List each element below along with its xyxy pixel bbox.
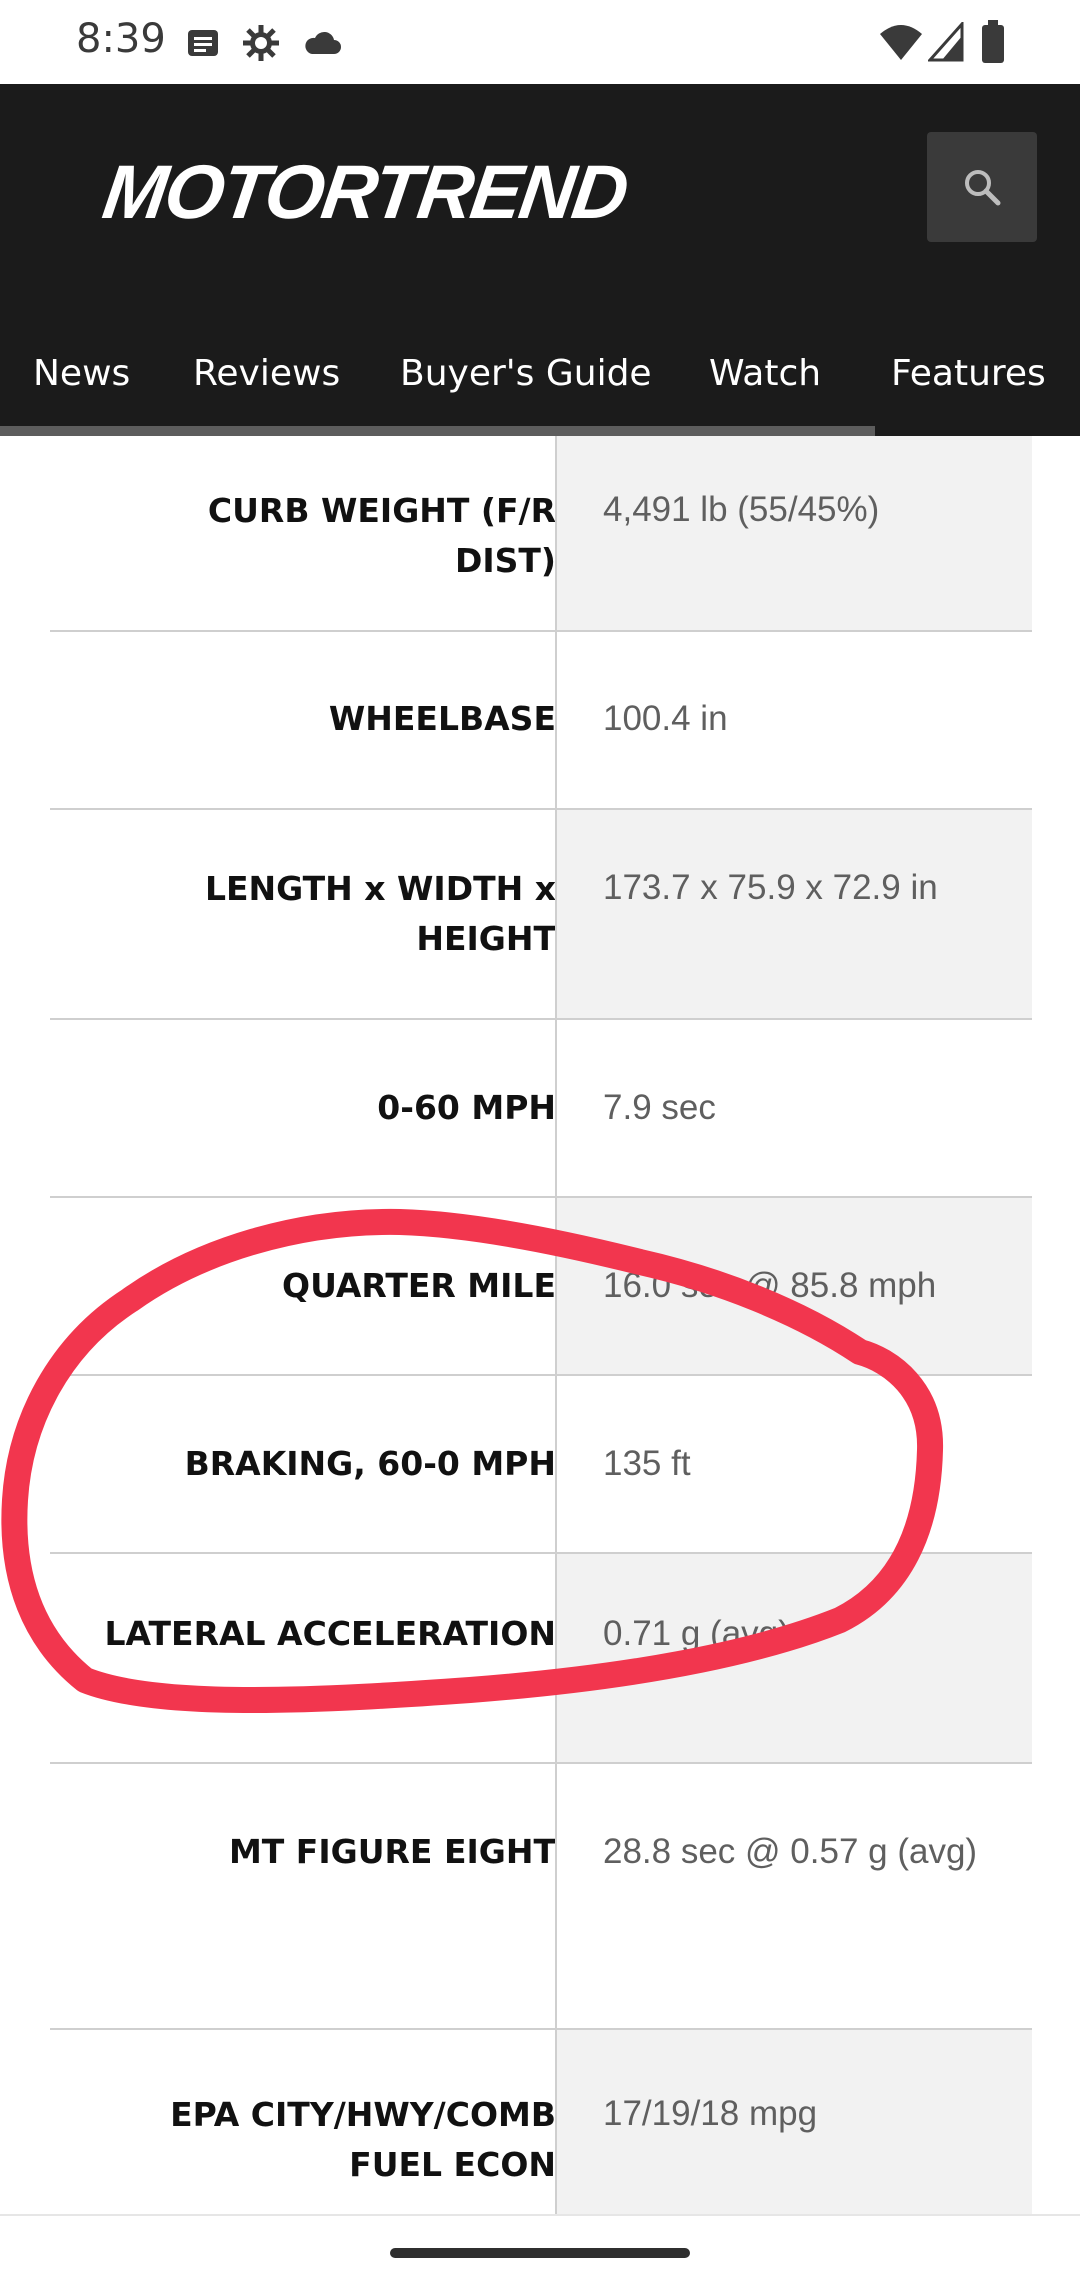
battery-icon [982, 20, 1004, 63]
spec-label: CURB WEIGHT (F/R DIST) [207, 491, 556, 580]
motortrend-logo[interactable]: MOTORTREND [98, 149, 632, 236]
spec-value-cell: 28.8 sec @ 0.57 g (avg) [557, 1764, 1032, 2028]
table-row: MT FIGURE EIGHT 28.8 sec @ 0.57 g (avg) [50, 1764, 1032, 2030]
nav-item-watch[interactable]: Watch [709, 324, 821, 424]
spec-label-cell: 0-60 MPH [50, 1020, 556, 1196]
spec-label-cell: LENGTH x WIDTH x HEIGHT [50, 810, 556, 1018]
spec-value: 7.9 sec [603, 1088, 716, 1127]
signal-icon [928, 22, 964, 62]
table-row: BRAKING, 60-0 MPH 135 ft [50, 1376, 1032, 1554]
table-row: QUARTER MILE 16.0 sec @ 85.8 mph [50, 1198, 1032, 1376]
search-button[interactable] [927, 132, 1037, 242]
spec-value-cell: 4,491 lb (55/45%) [557, 436, 1032, 630]
spec-value-cell: 7.9 sec [557, 1020, 1032, 1196]
nav-item-reviews[interactable]: Reviews [193, 324, 340, 424]
wifi-icon [880, 25, 922, 60]
status-time: 8:39 [76, 16, 166, 62]
spec-label-cell: WHEELBASE [50, 632, 556, 808]
spec-label-cell: MT FIGURE EIGHT [50, 1764, 556, 2028]
table-row: LENGTH x WIDTH x HEIGHT 173.7 x 75.9 x 7… [50, 810, 1032, 1020]
spec-label: EPA CITY/HWY/COMB FUEL ECON [170, 2095, 556, 2184]
spec-value-cell: 100.4 in [557, 632, 1032, 808]
message-icon [188, 30, 218, 56]
settings-icon [243, 25, 279, 61]
spec-value-cell: 17/19/18 mpg [557, 2030, 1032, 2216]
spec-label: QUARTER MILE [282, 1266, 556, 1305]
spec-value-cell: 0.71 g (avg) [557, 1554, 1032, 1762]
spec-value: 17/19/18 mpg [603, 2094, 818, 2133]
site-header: MOTORTREND News Reviews Buyer's Guide Wa… [0, 84, 1080, 436]
spec-value: 100.4 in [603, 699, 728, 738]
main-nav: News Reviews Buyer's Guide Watch Feature… [0, 324, 1080, 436]
spec-label-cell: QUARTER MILE [50, 1198, 556, 1374]
table-row: WHEELBASE 100.4 in [50, 632, 1032, 810]
spec-label: WHEELBASE [328, 699, 556, 738]
spec-label: LATERAL ACCELERATION [104, 1614, 556, 1653]
spec-label: MT FIGURE EIGHT [228, 1832, 556, 1871]
table-row: EPA CITY/HWY/COMB FUEL ECON 17/19/18 mpg [50, 2030, 1032, 2216]
cloud-icon [305, 31, 341, 54]
nav-scroll-indicator [0, 426, 875, 436]
nav-item-news[interactable]: News [33, 324, 130, 424]
spec-value: 28.8 sec @ 0.57 g (avg) [603, 1832, 978, 1871]
search-icon [965, 170, 1001, 206]
spec-value: 173.7 x 75.9 x 72.9 in [603, 868, 938, 907]
spec-label: BRAKING, 60-0 MPH [184, 1444, 556, 1483]
spec-value-cell: 135 ft [557, 1376, 1032, 1552]
home-gesture-handle[interactable] [390, 2248, 690, 2258]
spec-label-cell: BRAKING, 60-0 MPH [50, 1376, 556, 1552]
spec-label-cell: EPA CITY/HWY/COMB FUEL ECON [50, 2030, 556, 2216]
spec-label-cell: CURB WEIGHT (F/R DIST) [50, 436, 556, 630]
spec-value: 16.0 sec @ 85.8 mph [603, 1266, 937, 1305]
table-row: LATERAL ACCELERATION 0.71 g (avg) [50, 1554, 1032, 1764]
spec-label: LENGTH x WIDTH x HEIGHT [204, 869, 556, 958]
table-row: 0-60 MPH 7.9 sec [50, 1020, 1032, 1198]
spec-label: 0-60 MPH [377, 1088, 556, 1127]
spec-value: 4,491 lb (55/45%) [603, 490, 880, 529]
spec-value: 0.71 g (avg) [603, 1614, 790, 1653]
nav-item-features[interactable]: Features [891, 324, 1046, 424]
status-bar: 8:39 [0, 0, 1080, 84]
spec-value: 135 ft [603, 1444, 691, 1483]
nav-item-buyers-guide[interactable]: Buyer's Guide [400, 324, 652, 424]
spec-value-cell: 173.7 x 75.9 x 72.9 in [557, 810, 1032, 1018]
spec-value-cell: 16.0 sec @ 85.8 mph [557, 1198, 1032, 1374]
table-row: CURB WEIGHT (F/R DIST) 4,491 lb (55/45%) [50, 436, 1032, 632]
gesture-bar-area [0, 2214, 1080, 2280]
spec-label-cell: LATERAL ACCELERATION [50, 1554, 556, 1762]
